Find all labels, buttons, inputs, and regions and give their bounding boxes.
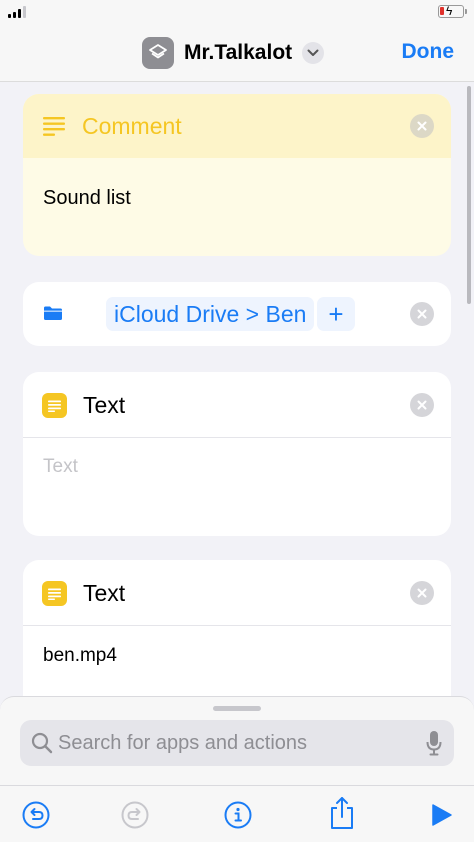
text-field-value[interactable]: ben.mp4 [43,645,117,667]
microphone-icon[interactable] [426,730,442,761]
actions-list[interactable]: Comment Sound list iCloud Drive > Ben + [0,82,474,696]
text-document-icon [42,581,67,606]
search-icon [31,732,53,759]
remove-text-button[interactable] [410,581,434,605]
folder-path-token[interactable]: iCloud Drive > Ben [106,297,315,331]
action-search-sheet [0,696,474,842]
text-title: Text [83,580,126,606]
comment-action-card[interactable]: Comment Sound list [23,94,451,256]
comment-title: Comment [82,113,182,139]
search-input[interactable] [58,720,408,766]
redo-icon[interactable] [120,800,150,830]
nav-bar: Mr.Talkalot Done [0,24,474,82]
remove-comment-button[interactable] [410,114,434,138]
signal-icon [8,6,26,18]
remove-folder-button[interactable] [410,302,434,326]
shortcut-title: Mr.Talkalot [184,41,293,64]
text-title: Text [83,392,126,418]
remove-text-button[interactable] [410,393,434,417]
folder-icon [43,305,63,326]
text-field-placeholder[interactable]: Text [43,456,78,478]
comment-lines-icon [43,116,65,141]
play-icon[interactable] [426,800,456,830]
add-path-button[interactable]: + [317,297,355,331]
editor-toolbar [0,785,474,842]
text-action-card[interactable]: Text ben.mp4 [23,560,451,696]
share-icon[interactable] [327,796,357,830]
chevron-down-icon[interactable] [302,42,325,64]
shortcut-title-menu[interactable]: Mr.Talkalot [142,36,325,70]
status-bar: ϟ [0,0,474,24]
folder-action-card[interactable]: iCloud Drive > Ben + [23,282,451,346]
text-document-icon [42,393,67,418]
comment-text[interactable]: Sound list [43,187,131,210]
text-action-card[interactable]: Text Text [23,372,451,536]
battery-icon: ϟ [438,4,467,18]
info-icon[interactable] [223,800,253,830]
done-button[interactable]: Done [402,40,455,64]
scrollbar[interactable] [467,86,471,304]
search-field[interactable] [20,720,454,766]
layers-icon [142,37,174,69]
undo-icon[interactable] [21,800,51,830]
sheet-grabber[interactable] [213,706,261,711]
